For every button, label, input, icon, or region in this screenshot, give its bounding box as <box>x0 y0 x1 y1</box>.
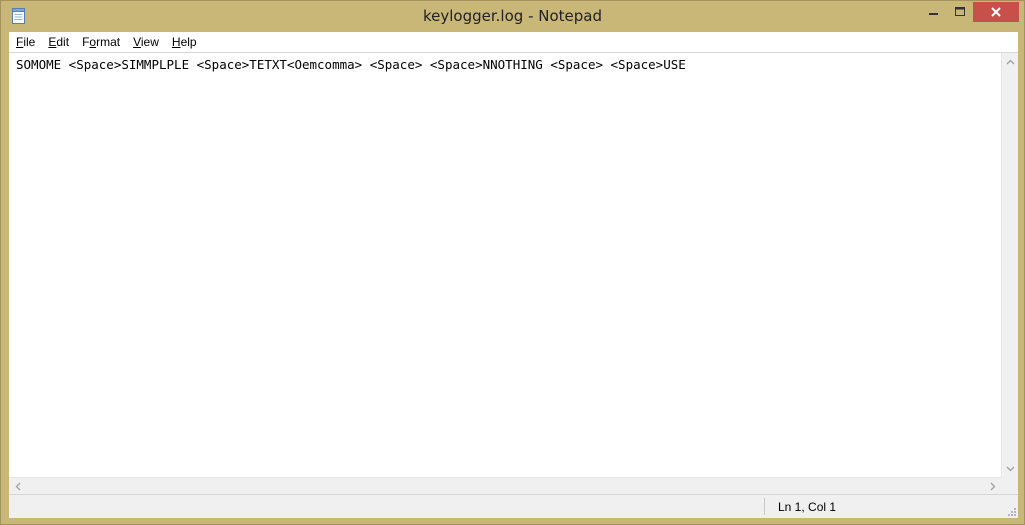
menu-format[interactable]: Format <box>75 32 126 52</box>
cursor-position: Ln 1, Col 1 <box>778 500 837 514</box>
resize-grip-icon[interactable] <box>1006 506 1016 516</box>
chevron-left-icon <box>15 482 20 491</box>
maximize-icon <box>955 7 965 16</box>
menu-view[interactable]: View <box>126 32 165 52</box>
chevron-up-icon <box>1006 59 1015 64</box>
horizontal-scrollbar[interactable] <box>9 477 1001 494</box>
text-editor[interactable]: SOMOME <Space>SIMMPLPLE <Space>TETXT<Oem… <box>9 52 1018 477</box>
window-title: keylogger.log - Notepad <box>423 7 602 25</box>
scroll-up-arrow[interactable] <box>1002 53 1019 70</box>
status-bar: Ln 1, Col 1 <box>9 494 1018 518</box>
menu-bar: File Edit Format View Help <box>9 32 1018 52</box>
scroll-down-arrow[interactable] <box>1002 460 1019 477</box>
maximize-button[interactable] <box>948 2 972 22</box>
status-divider <box>764 498 765 515</box>
vertical-scrollbar[interactable] <box>1001 53 1018 477</box>
scrollbar-corner <box>1001 477 1018 494</box>
close-button[interactable] <box>973 2 1019 22</box>
menu-help[interactable]: Help <box>165 32 203 52</box>
scroll-right-arrow[interactable] <box>984 478 1001 495</box>
chevron-down-icon <box>1006 466 1015 471</box>
scroll-left-arrow[interactable] <box>9 478 26 495</box>
menu-edit[interactable]: Edit <box>41 32 75 52</box>
minimize-icon <box>929 13 938 15</box>
notepad-window: keylogger.log - Notepad File Edit Format… <box>0 0 1025 525</box>
chevron-right-icon <box>990 482 995 491</box>
minimize-button[interactable] <box>922 2 946 22</box>
menu-file[interactable]: File <box>9 32 41 52</box>
close-icon <box>991 7 1001 17</box>
editor-content[interactable]: SOMOME <Space>SIMMPLPLE <Space>TETXT<Oem… <box>16 57 686 72</box>
title-bar[interactable]: keylogger.log - Notepad <box>1 1 1024 32</box>
